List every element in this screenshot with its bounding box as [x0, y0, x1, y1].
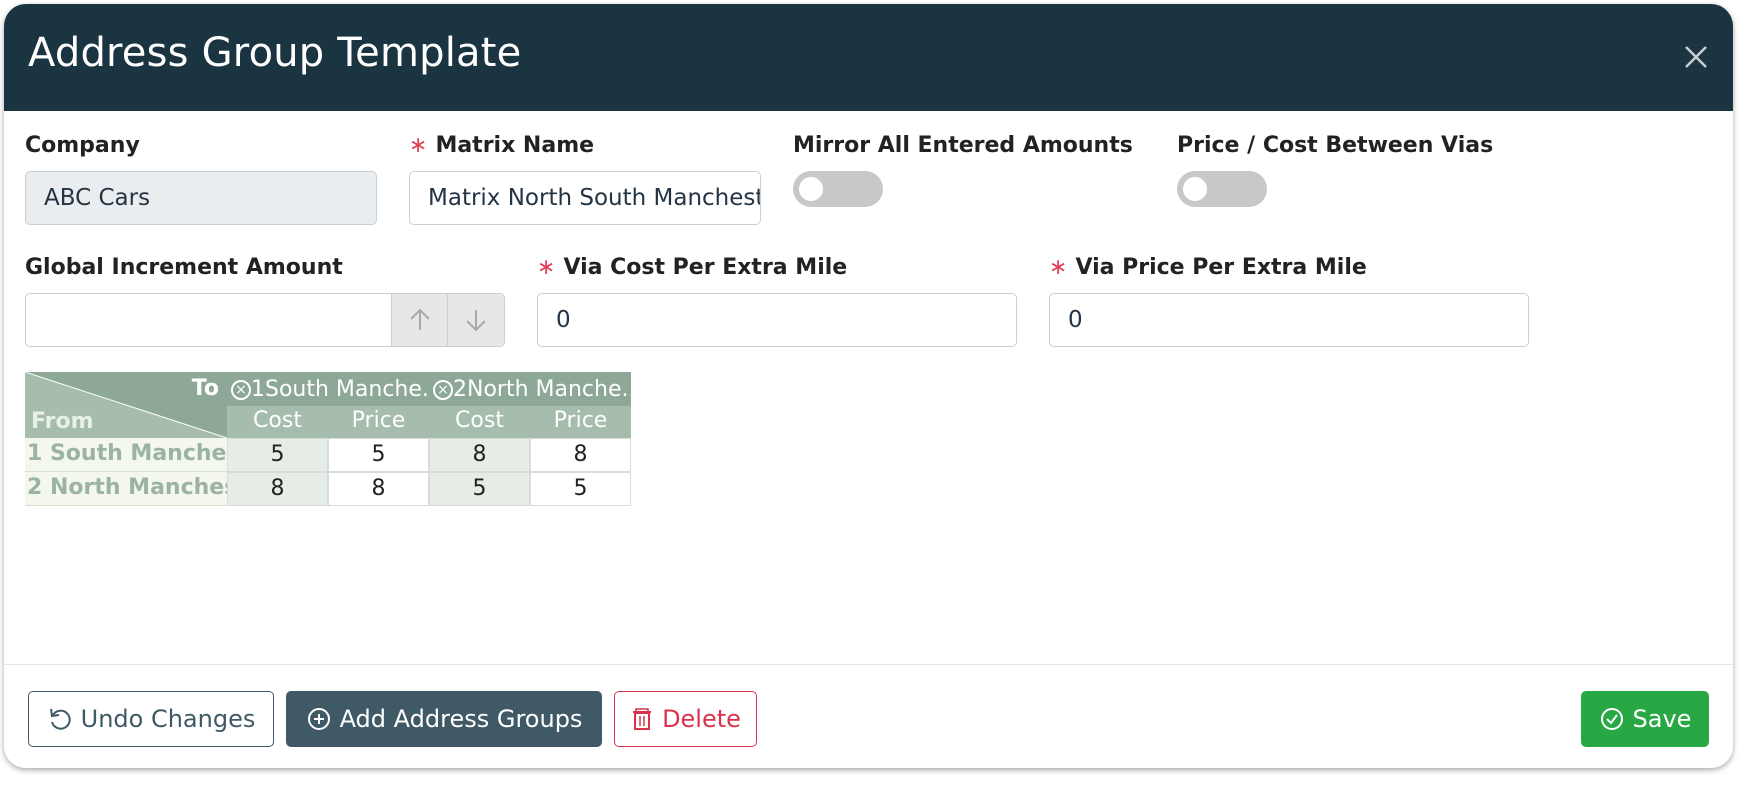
required-mark: ∗ [1049, 255, 1068, 280]
matrix-cell[interactable]: 5 [429, 472, 530, 506]
undo-label: Undo Changes [80, 705, 256, 733]
matrix-corner: To From [25, 372, 227, 438]
plus-circle-icon [307, 708, 330, 730]
column-header-north[interactable]: × 2North Manche... [429, 372, 631, 410]
toggle-knob [799, 177, 823, 201]
trash-icon [633, 708, 652, 730]
matrix-cell[interactable]: 5 [530, 472, 631, 506]
price-cost-vias-label: Price / Cost Between Vias [1177, 133, 1494, 158]
global-increment-label: Global Increment Amount [25, 255, 343, 280]
save-button[interactable]: Save [1581, 691, 1709, 747]
required-mark: ∗ [537, 255, 556, 280]
delete-label: Delete [662, 705, 741, 733]
modal-footer: Undo Changes Add Address Groups Delete S… [4, 664, 1733, 768]
modal-title: Address Group Template [28, 30, 522, 76]
subheader-price: Price [328, 406, 429, 438]
matrix-name-label: ∗ Matrix Name [409, 133, 594, 158]
close-icon[interactable] [1679, 40, 1713, 74]
mirror-amounts-toggle[interactable] [793, 171, 883, 207]
via-cost-label: ∗ Via Cost Per Extra Mile [537, 255, 847, 280]
corner-to-label: To [191, 376, 219, 401]
increment-down-button[interactable] [447, 294, 504, 346]
save-label: Save [1632, 705, 1692, 733]
subheader-price: Price [530, 406, 631, 438]
via-price-label: ∗ Via Price Per Extra Mile [1049, 255, 1367, 280]
subheader-cost: Cost [227, 406, 328, 438]
undo-changes-button[interactable]: Undo Changes [28, 691, 274, 747]
mirror-amounts-label: Mirror All Entered Amounts [793, 133, 1133, 158]
address-group-template-modal: Address Group Template Company ABC Cars … [4, 4, 1733, 768]
global-increment-input[interactable] [25, 293, 505, 347]
check-circle-icon [1600, 708, 1623, 730]
matrix-cell[interactable]: 8 [429, 438, 530, 472]
remove-circle-icon[interactable]: × [231, 380, 251, 400]
subheader-cost: Cost [429, 406, 530, 438]
modal-header: Address Group Template [4, 4, 1733, 111]
row-label: 2 North Manchest... [25, 472, 227, 506]
undo-icon [49, 708, 71, 730]
price-matrix: To From × 1South Manche... × 2North Manche… [25, 372, 635, 512]
add-label: Add Address Groups [339, 705, 583, 733]
arrow-up-icon [410, 308, 430, 330]
matrix-name-input[interactable]: Matrix North South Manchester [409, 171, 761, 225]
matrix-cell[interactable]: 8 [227, 472, 328, 506]
column-name: 2North Manche... [453, 377, 631, 402]
price-cost-vias-toggle[interactable] [1177, 171, 1267, 207]
delete-button[interactable]: Delete [614, 691, 757, 747]
company-label: Company [25, 133, 140, 158]
global-increment-value [26, 307, 44, 333]
matrix-cell[interactable]: 5 [227, 438, 328, 472]
column-name: 1South Manche... [251, 377, 429, 402]
company-field: ABC Cars [25, 171, 377, 225]
row-label: 1 South Manchester [25, 438, 227, 472]
via-cost-label-text: Via Cost Per Extra Mile [563, 255, 848, 280]
via-price-input[interactable]: 0 [1049, 293, 1529, 347]
arrow-down-icon [466, 310, 486, 332]
column-header-south[interactable]: × 1South Manche... [227, 372, 429, 410]
matrix-cell[interactable]: 8 [530, 438, 631, 472]
increment-up-button[interactable] [391, 294, 448, 346]
corner-from-label: From [31, 409, 94, 434]
matrix-name-label-text: Matrix Name [435, 133, 595, 158]
required-mark: ∗ [409, 133, 428, 158]
via-cost-input[interactable]: 0 [537, 293, 1017, 347]
matrix-cell[interactable]: 5 [328, 438, 429, 472]
matrix-cell[interactable]: 8 [328, 472, 429, 506]
via-price-label-text: Via Price Per Extra Mile [1075, 255, 1367, 280]
add-address-groups-button[interactable]: Add Address Groups [286, 691, 602, 747]
toggle-knob [1183, 177, 1207, 201]
remove-circle-icon[interactable]: × [433, 380, 453, 400]
